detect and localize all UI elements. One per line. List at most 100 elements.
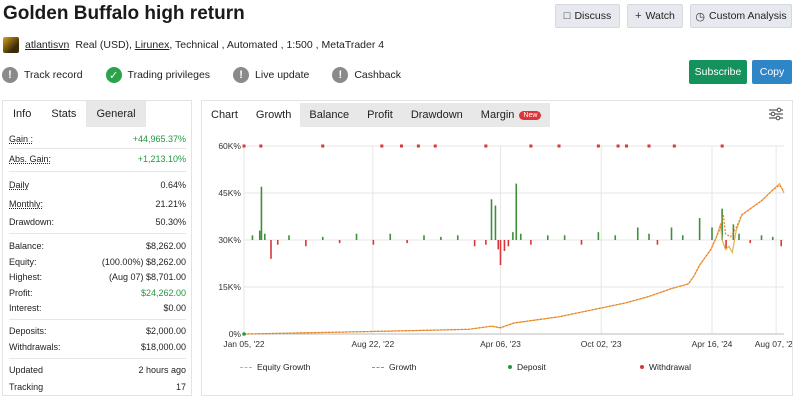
profit-bar (648, 233, 650, 240)
stat-label[interactable]: Monthly: (9, 199, 43, 209)
profit-bar (494, 205, 497, 240)
account-meta: atlantisvn Real (USD), Lirunex, Technica… (3, 36, 384, 54)
username-link[interactable]: atlantisvn (25, 39, 69, 51)
discuss-button[interactable]: □ Discuss (555, 4, 620, 28)
withdrawal-marker (400, 144, 403, 148)
y-tick-label: 60K% (218, 141, 241, 151)
y-tick-label: 15K% (218, 282, 241, 292)
x-tick-label: Apr 16, '24 (692, 339, 733, 349)
stat-drawdown: Drawdown: 50.30% (9, 215, 186, 229)
clock-icon: ◷ (695, 10, 705, 23)
profit-bar (738, 233, 740, 240)
copy-button[interactable]: Copy (752, 60, 792, 84)
legend-deposit[interactable]: Deposit (508, 361, 546, 373)
stat-label[interactable]: Daily (9, 180, 29, 190)
broker-link[interactable]: Lirunex (135, 39, 169, 51)
watch-button[interactable]: + Watch (627, 4, 683, 28)
profit-bar (749, 240, 752, 244)
dot-icon (508, 365, 512, 369)
x-tick-label: Jan 05, '22 (223, 339, 265, 349)
tab-margin[interactable]: Margin New (471, 103, 551, 127)
stat-value: 21.21% (155, 199, 186, 209)
profit-bar (305, 240, 307, 247)
stat-deposits: Deposits: $2,000.00 (9, 324, 186, 338)
tab-margin-label: Margin (480, 109, 515, 121)
profit-bar (270, 240, 272, 259)
badge-label: Live update (255, 69, 310, 81)
profit-bar (473, 240, 476, 247)
stat-label: Deposits: (9, 326, 47, 336)
profit-bar (670, 227, 673, 240)
stat-label: Drawdown: (9, 217, 55, 227)
tab-growth[interactable]: Growth (246, 103, 301, 127)
stat-label: Tracking (9, 382, 44, 392)
x-tick-label: Aug 22, '22 (351, 339, 394, 349)
legend-equity-growth[interactable]: Equity Growth (240, 361, 310, 373)
profit-bar (771, 236, 774, 240)
page-title: Golden Buffalo high return (3, 3, 245, 24)
new-badge: New (519, 110, 542, 120)
subscribe-button[interactable]: Subscribe (689, 60, 747, 84)
stat-value: $8,262.00 (145, 241, 186, 251)
stat-value: +44,965.37% (132, 134, 186, 144)
stat-label: Equity: (9, 257, 37, 267)
stat-abs-gain: Abs. Gain: +1,213.10% (9, 152, 186, 166)
profit-bar (681, 235, 684, 240)
exclamation-icon: ! (233, 67, 250, 83)
profit-bar (519, 233, 522, 240)
profit-bar (512, 232, 514, 240)
withdrawal-marker (625, 144, 628, 148)
profit-bar (497, 240, 500, 250)
profit-bar (276, 240, 279, 245)
watch-label: Watch (645, 10, 675, 22)
stat-value: 50.30% (155, 217, 186, 227)
y-tick-label: 30K% (218, 235, 241, 245)
tab-general[interactable]: General (86, 101, 146, 127)
legend-growth[interactable]: Growth (372, 361, 416, 373)
legend-withdrawal[interactable]: Withdrawal (640, 361, 691, 373)
stat-balance: Balance: $8,262.00 (9, 239, 186, 253)
tab-drawdown[interactable]: Drawdown (401, 103, 472, 127)
check-icon: ✓ (105, 67, 122, 83)
chart-tabs: Chart Growth Balance Profit Drawdown Mar… (202, 103, 551, 127)
badge-cashback[interactable]: ! Cashback (332, 67, 401, 83)
badge-trading-privileges[interactable]: ✓ Trading privileges (105, 67, 210, 83)
stats-panel: Info Stats General Gain : +44,965.37% Ab… (2, 100, 192, 396)
profit-bar (258, 230, 261, 240)
stat-value: $0.00 (163, 303, 186, 313)
tab-balance[interactable]: Balance (300, 103, 359, 127)
settings-sliders-icon[interactable] (768, 107, 784, 121)
profit-bar (440, 236, 442, 240)
chat-icon: □ (563, 10, 571, 22)
tab-chart[interactable]: Chart (202, 103, 247, 127)
withdrawal-marker (416, 144, 420, 148)
profit-bar (503, 240, 506, 251)
badge-label: Track record (24, 69, 83, 81)
legend-label: Deposit (517, 362, 546, 372)
withdrawal-marker (484, 144, 488, 148)
tab-stats[interactable]: Stats (41, 101, 86, 127)
stat-value: +1,213.10% (137, 154, 186, 164)
stat-label[interactable]: Gain : (9, 134, 33, 144)
y-tick-label: 0% (229, 329, 242, 339)
stat-daily: Daily 0.64% (9, 178, 186, 192)
stat-value: 0.64% (160, 180, 186, 190)
stat-label: Balance: (9, 241, 45, 251)
profit-bar (563, 235, 566, 240)
withdrawal-marker (259, 144, 263, 148)
profit-bar (423, 235, 425, 240)
stat-value: (100.00%) $8,262.00 (101, 257, 186, 267)
dot-icon (640, 365, 644, 369)
deposit-marker (242, 332, 246, 336)
tab-profit[interactable]: Profit (358, 103, 402, 127)
tab-info[interactable]: Info (3, 101, 42, 127)
stat-label[interactable]: Abs. Gain: (9, 154, 51, 164)
custom-analysis-label: Custom Analysis (708, 10, 787, 22)
badge-live-update[interactable]: ! Live update (233, 67, 309, 83)
profit-bar (580, 240, 583, 245)
stat-gain: Gain : +44,965.37% (9, 132, 186, 146)
exclamation-icon: ! (2, 67, 18, 83)
stat-label: Profit: (9, 288, 33, 298)
custom-analysis-button[interactable]: ◷ Custom Analysis (690, 4, 792, 28)
badge-track-record[interactable]: ! Track record (2, 67, 83, 83)
